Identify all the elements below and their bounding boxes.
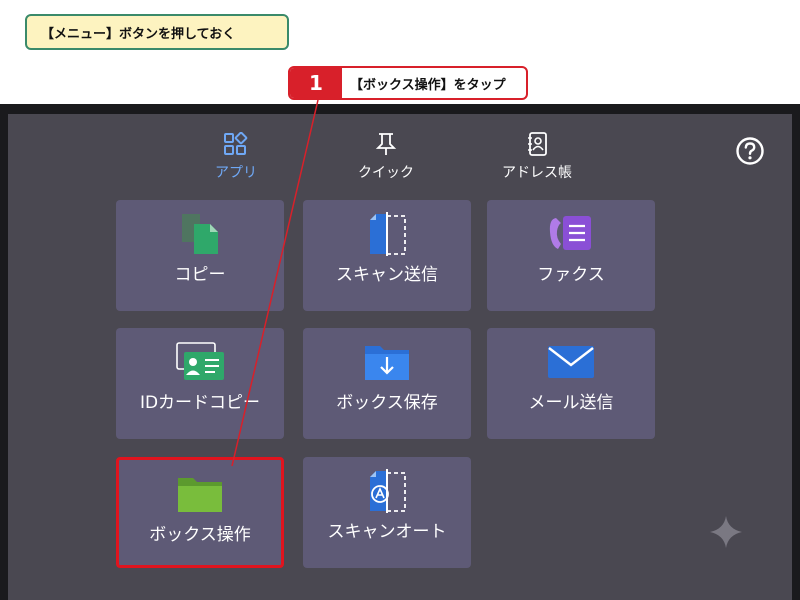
apps-grid-icon	[224, 132, 248, 155]
home-panel: アプリ クイック アドレス帳 コピー スキャン送信 ファクス IDカードコピー …	[8, 114, 792, 600]
app-tile-label: スキャン送信	[336, 265, 438, 285]
app-tile-label: ファクス	[537, 265, 605, 285]
tab-quick-label: クイック	[358, 165, 414, 181]
box-save-icon	[365, 346, 409, 380]
step-tag: 【メニュー】ボタンを押しておく	[25, 14, 289, 50]
callout-number: 1	[290, 68, 342, 98]
tab-address-book[interactable]: アドレス帳	[482, 132, 592, 182]
app-tile-box-save[interactable]: ボックス保存	[303, 328, 471, 439]
app-tile-label: IDカードコピー	[139, 393, 261, 413]
app-tile-id-card-copy[interactable]: IDカードコピー	[116, 328, 284, 439]
app-tile-label: スキャンオート	[327, 522, 447, 542]
device-screen: アプリ クイック アドレス帳 コピー スキャン送信 ファクス IDカードコピー …	[0, 104, 800, 600]
scan-auto-icon	[370, 469, 406, 513]
app-tile-mail-send[interactable]: メール送信	[487, 328, 655, 439]
tab-apps-label: アプリ	[215, 165, 257, 181]
scan-send-icon	[370, 212, 406, 256]
tab-quick[interactable]: クイック	[331, 132, 441, 182]
app-tile-label: ボックス保存	[336, 393, 438, 413]
sparkle-icon[interactable]	[708, 514, 744, 550]
app-tile-label: ボックス操作	[149, 525, 251, 545]
tab-apps[interactable]: アプリ	[181, 132, 291, 182]
instruction-callout: 1 【ボックス操作】をタップ	[288, 66, 528, 100]
id-card-icon	[176, 342, 224, 380]
help-icon[interactable]	[735, 136, 765, 166]
pin-icon	[375, 133, 397, 155]
address-book-icon	[528, 132, 547, 156]
app-tile-scan-send[interactable]: スキャン送信	[303, 200, 471, 311]
fax-icon	[549, 216, 591, 250]
app-tile-label: メール送信	[528, 393, 614, 413]
mail-icon	[548, 346, 594, 378]
copy-icon	[182, 214, 218, 254]
tab-address-book-label: アドレス帳	[502, 165, 572, 181]
app-tile-box-operation[interactable]: ボックス操作	[116, 457, 284, 568]
box-folder-icon	[178, 478, 222, 512]
callout-text: 【ボックス操作】をタップ	[350, 77, 506, 93]
app-tile-scan-auto[interactable]: スキャンオート	[303, 457, 471, 568]
app-tile-copy[interactable]: コピー	[116, 200, 284, 311]
app-tile-label: コピー	[174, 265, 226, 285]
app-tile-fax[interactable]: ファクス	[487, 200, 655, 311]
